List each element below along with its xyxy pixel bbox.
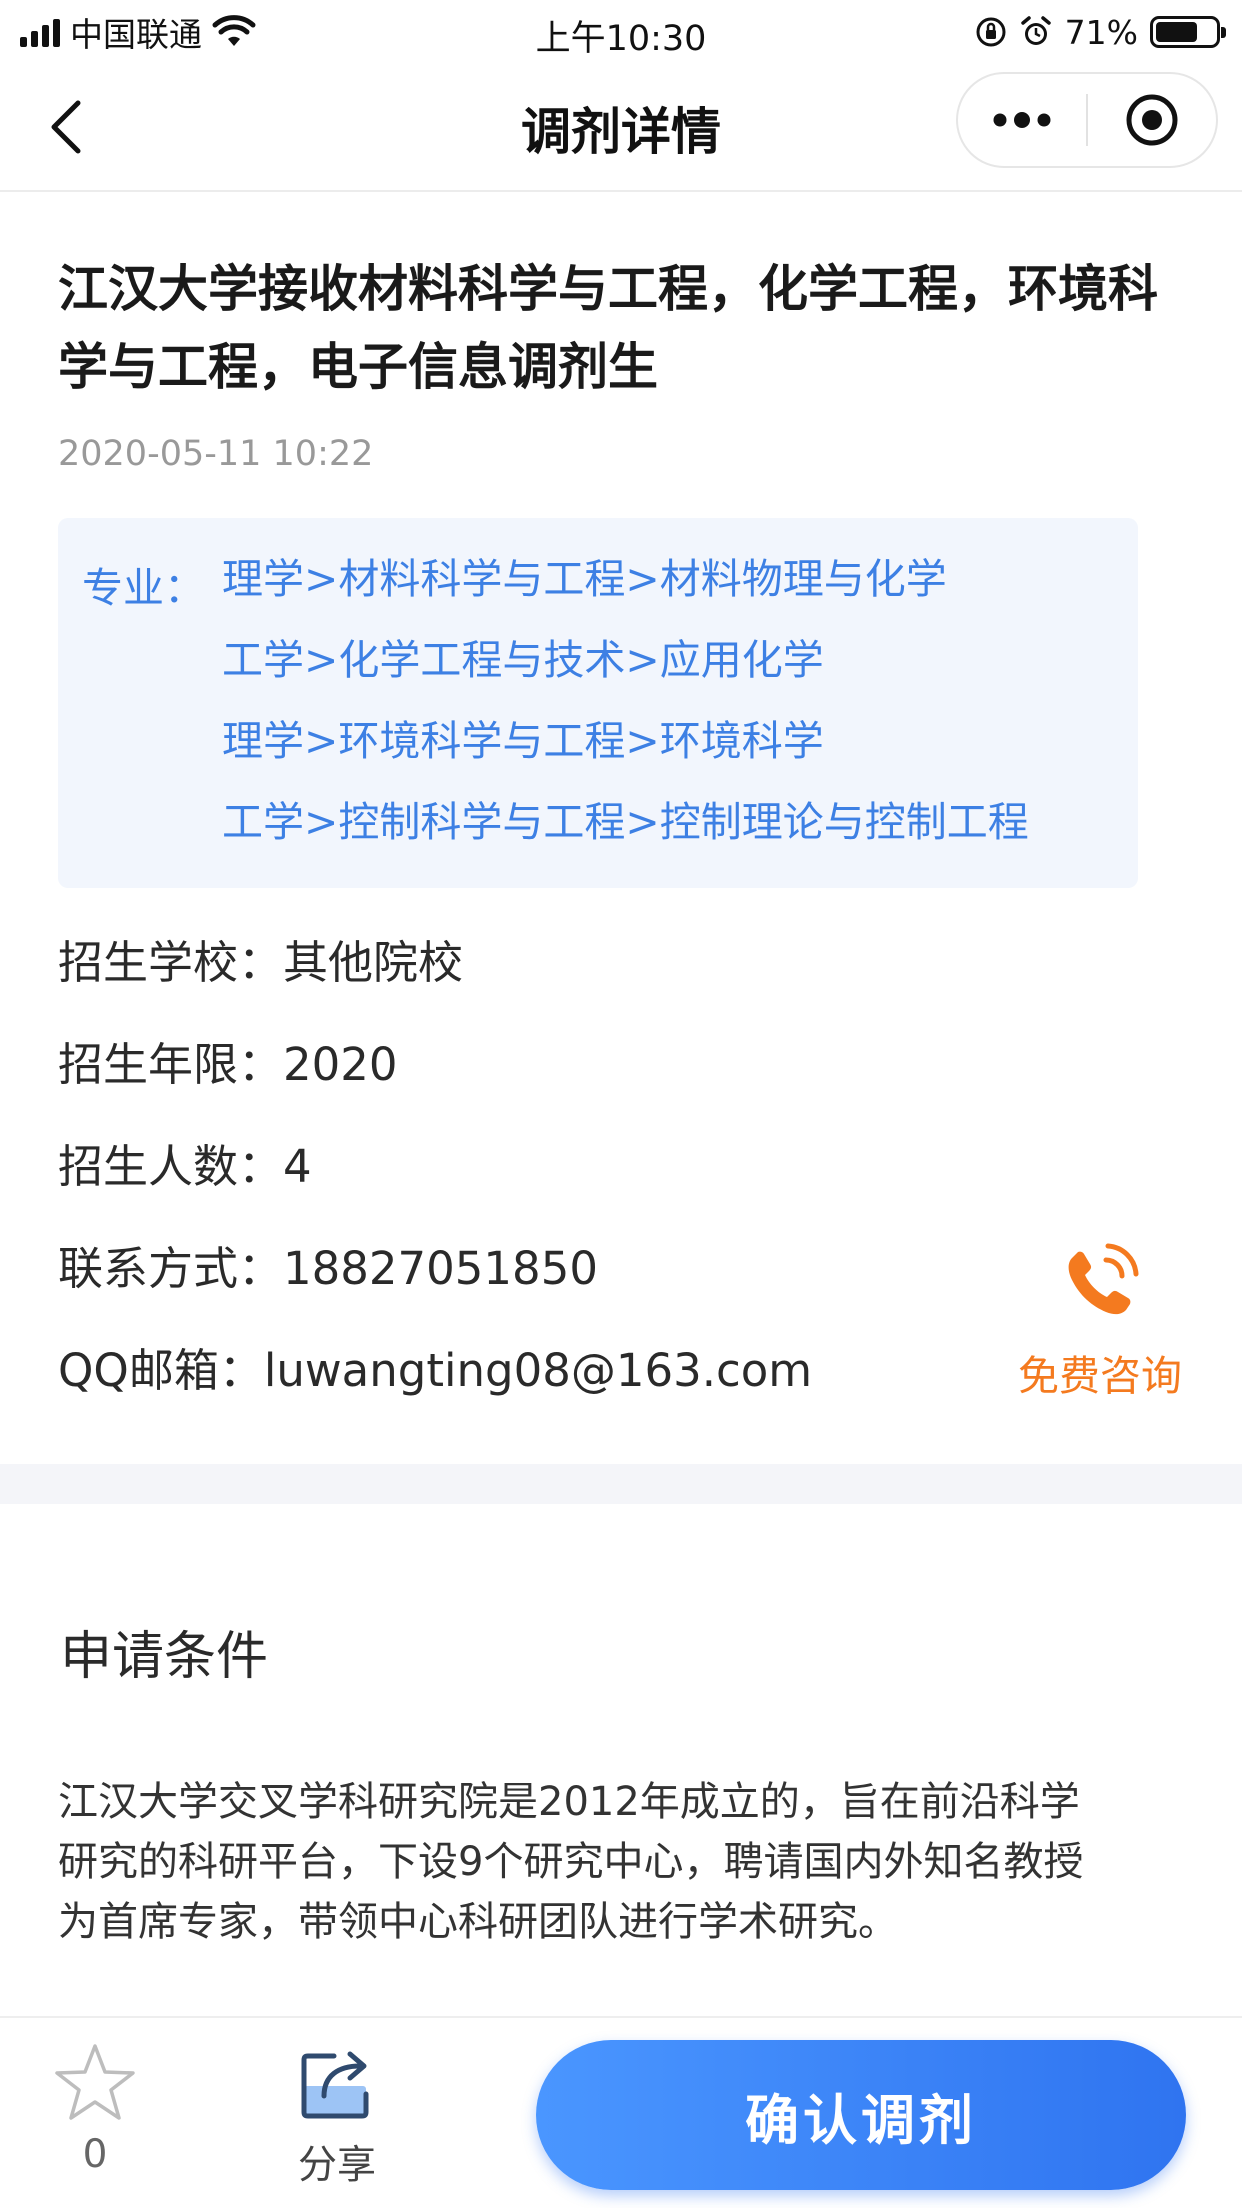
- status-right: 71%: [975, 12, 1226, 52]
- info-value: 2020: [283, 1038, 398, 1091]
- info-value: 其他院校: [283, 936, 464, 989]
- article-title: 江汉大学接收材料科学与工程，化学工程，环境科学与工程，电子信息调剂生: [58, 260, 1158, 396]
- info-value: luwangting08@163.com: [263, 1344, 813, 1397]
- battery-fill: [1156, 22, 1198, 42]
- mini-program-capsule: [956, 72, 1218, 168]
- section-body: 江汉大学交叉学科研究院是2012年成立的，旨在前沿科学 研究的科研平台，下设9个…: [58, 1772, 1188, 1952]
- publish-date: 2020-05-11 10:22: [58, 434, 374, 474]
- confirm-adjustment-button[interactable]: 确认调剂: [536, 2040, 1186, 2190]
- info-key: 联系方式：: [58, 1242, 284, 1295]
- status-bar: 中国联通 上午10:30 71%: [0, 0, 1242, 62]
- free-consult-button[interactable]: 免费咨询: [1010, 1240, 1190, 1402]
- page: 中国联通 上午10:30 71% 调剂详情 江汉大学接收材料科学与工程，化学工程…: [0, 0, 1242, 2208]
- bottom-action-bar: 0 分享 确认调剂: [0, 2016, 1242, 2208]
- target-circle-icon: [1126, 94, 1178, 146]
- majors-label: 专业：: [82, 564, 205, 612]
- share-button[interactable]: 分享: [282, 2040, 392, 2190]
- close-mini-program-button[interactable]: [1088, 74, 1216, 166]
- info-key: QQ邮箱：: [58, 1344, 264, 1397]
- share-icon: [301, 2051, 369, 2119]
- info-count: 招生人数：4: [58, 1130, 312, 1195]
- info-year: 招生年限：2020: [58, 1028, 398, 1093]
- major-item: 理学>材料科学与工程>材料物理与化学: [222, 555, 947, 603]
- navigation-bar: 调剂详情: [0, 62, 1242, 192]
- phone-call-icon: [1068, 1243, 1139, 1315]
- more-dots-icon: [993, 112, 1051, 128]
- star-icon: [55, 2044, 135, 2120]
- info-key: 招生学校：: [58, 936, 284, 989]
- section-divider: [0, 1464, 1242, 1504]
- info-email: QQ邮箱：luwangting08@163.com: [58, 1334, 812, 1399]
- major-item: 工学>化学工程与技术>应用化学: [222, 636, 824, 684]
- alarm-icon: [1020, 16, 1051, 45]
- favorite-button[interactable]: 0: [50, 2042, 140, 2177]
- body-line: 为首席专家，带领中心科研团队进行学术研究。: [58, 1899, 898, 1945]
- majors-list: 理学>材料科学与工程>材料物理与化学 工学>化学工程与技术>应用化学 理学>环境…: [222, 554, 1029, 878]
- orientation-lock-icon: [976, 17, 1006, 47]
- major-item: 理学>环境科学与工程>环境科学: [222, 717, 824, 765]
- body-line: 研究的科研平台，下设9个研究中心，聘请国内外知名教授: [58, 1839, 1084, 1885]
- battery-percent: 71%: [1064, 12, 1138, 52]
- info-key: 招生年限：: [58, 1038, 284, 1091]
- section-title: 申请条件: [60, 1627, 269, 1687]
- info-key: 招生人数：: [58, 1140, 284, 1193]
- share-label: 分享: [297, 2143, 376, 2188]
- info-phone: 联系方式：18827051850: [58, 1232, 598, 1297]
- battery-icon: [1150, 16, 1226, 48]
- body-line: 江汉大学交叉学科研究院是2012年成立的，旨在前沿科学: [58, 1779, 1080, 1825]
- majors-box: 专业： 理学>材料科学与工程>材料物理与化学 工学>化学工程与技术>应用化学 理…: [58, 518, 1138, 888]
- info-value: 18827051850: [283, 1242, 598, 1295]
- favorite-count: 0: [82, 2132, 108, 2177]
- info-school: 招生学校：其他院校: [58, 926, 463, 991]
- more-button[interactable]: [958, 74, 1086, 166]
- major-item: 工学>控制科学与工程>控制理论与控制工程: [222, 798, 1029, 846]
- info-value: 4: [283, 1140, 312, 1193]
- free-consult-label: 免费咨询: [1018, 1352, 1182, 1400]
